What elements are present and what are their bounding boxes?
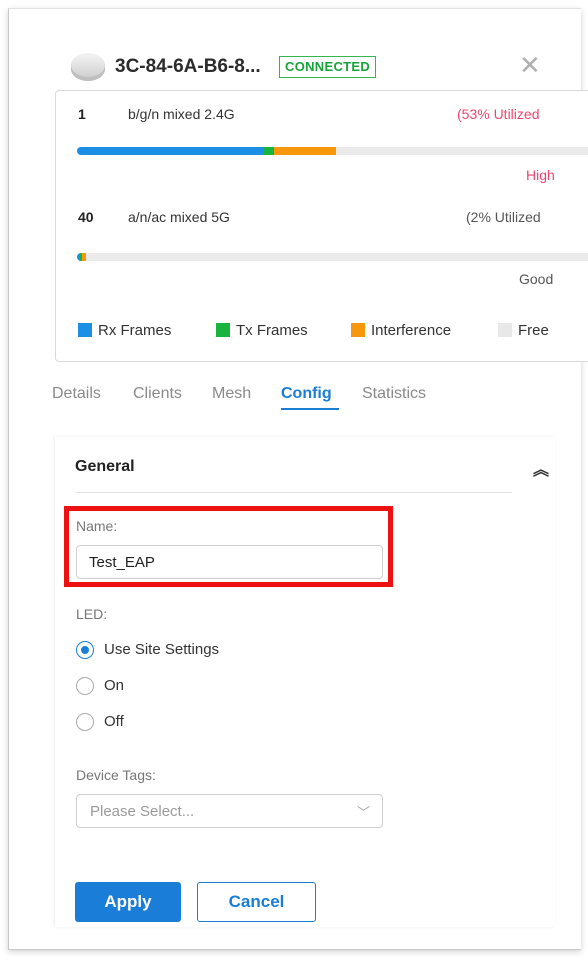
- radio-quality: High: [526, 167, 555, 183]
- utilization-bar: [77, 147, 588, 155]
- section-divider: [75, 492, 512, 493]
- radio-label: Use Site Settings: [104, 641, 220, 658]
- interference-segment: [82, 253, 87, 261]
- tab-details[interactable]: Details: [52, 385, 101, 403]
- apply-button[interactable]: Apply: [75, 882, 181, 922]
- radio-label: On: [104, 677, 125, 694]
- device-tags-select[interactable]: Please Select... ﹀: [76, 794, 383, 828]
- legend-free-label: Free: [518, 322, 549, 339]
- tab-clients[interactable]: Clients: [133, 385, 182, 403]
- interference-segment: [274, 147, 337, 155]
- tx-swatch: [216, 323, 230, 337]
- radio-quality: Good: [519, 271, 554, 287]
- utilization-bar: [77, 253, 588, 261]
- radio-utilization: (53% Utilized: [457, 106, 540, 122]
- device-tags-label: Device Tags:: [76, 767, 156, 783]
- status-badge: CONNECTED: [279, 56, 377, 78]
- chevron-double-up-icon[interactable]: ︽: [533, 456, 549, 480]
- rx-swatch: [78, 323, 92, 337]
- rx-frames-segment: [77, 147, 264, 155]
- radio-button[interactable]: [76, 713, 94, 731]
- close-icon[interactable]: ✕: [519, 52, 541, 78]
- section-title: General: [75, 458, 135, 475]
- interference-swatch: [351, 323, 365, 337]
- radio-utilization-card: 1 b/g/n mixed 2.4G (53% Utilized High 40…: [55, 90, 588, 362]
- radio-channel: 1: [78, 106, 86, 122]
- free-swatch: [498, 323, 512, 337]
- cancel-button[interactable]: Cancel: [197, 882, 316, 922]
- tab-config[interactable]: Config: [281, 385, 332, 403]
- select-placeholder: Please Select...: [90, 803, 195, 820]
- access-point-icon: [71, 53, 105, 81]
- legend-tx-label: Tx Frames: [236, 322, 308, 339]
- radio-utilization: (2% Utilized: [466, 209, 541, 225]
- tab-mesh[interactable]: Mesh: [212, 385, 251, 403]
- active-tab-indicator: [281, 408, 339, 410]
- device-name: 3C-84-6A-B6-8...: [115, 56, 261, 77]
- tx-frames-segment: [263, 147, 275, 155]
- radio-label: Off: [104, 713, 124, 730]
- chevron-down-icon: ﹀: [356, 805, 370, 820]
- radio-button-checked[interactable]: [76, 641, 94, 659]
- radio-button[interactable]: [76, 677, 94, 695]
- tab-statistics[interactable]: Statistics: [362, 385, 426, 403]
- radio-band: b/g/n mixed 2.4G: [128, 106, 235, 122]
- legend-rx-label: Rx Frames: [98, 322, 172, 339]
- radio-channel: 40: [78, 209, 94, 225]
- legend-interference-label: Interference: [371, 322, 452, 339]
- highlight-box: [64, 506, 393, 587]
- led-label: LED:: [76, 606, 108, 622]
- radio-band: a/n/ac mixed 5G: [128, 209, 230, 225]
